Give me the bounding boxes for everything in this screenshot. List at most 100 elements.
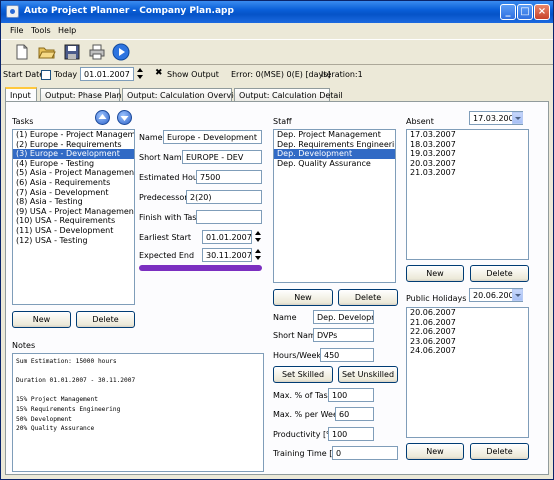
- list-item[interactable]: (8) Asia - Testing: [13, 197, 134, 207]
- list-item[interactable]: (12) USA - Testing: [13, 236, 134, 246]
- list-item[interactable]: 20.03.2007: [407, 159, 528, 169]
- notes-textarea[interactable]: Sum Estimation: 15000 hours Duration 01.0…: [12, 353, 264, 472]
- max-task-input[interactable]: 100: [328, 388, 374, 402]
- move-up-icon[interactable]: [95, 110, 110, 125]
- hours-week-label: Hours/Week: [273, 351, 322, 360]
- run-icon[interactable]: [112, 43, 130, 61]
- staff-short-name-input[interactable]: DVPs: [313, 328, 374, 342]
- notes-label: Notes: [12, 341, 36, 350]
- notes-line: 15% Project Management: [16, 396, 98, 404]
- save-disk-icon[interactable]: [63, 43, 81, 61]
- list-item[interactable]: 18.03.2007: [407, 140, 528, 150]
- task-progress-bar: [139, 265, 262, 271]
- start-date-input[interactable]: 01.01.2007: [80, 67, 134, 81]
- holidays-new-button[interactable]: New: [406, 443, 464, 460]
- training-time-label: Training Time [h]: [273, 449, 341, 458]
- show-output-label[interactable]: Show Output: [167, 70, 219, 79]
- absent-label: Absent: [406, 117, 434, 126]
- absent-list[interactable]: 17.03.2007 18.03.2007 19.03.2007 20.03.2007…: [406, 129, 529, 260]
- tasks-delete-button[interactable]: Delete: [76, 311, 135, 328]
- list-item[interactable]: Dep. Development: [274, 149, 395, 159]
- absent-new-button[interactable]: New: [406, 265, 464, 282]
- tab-input[interactable]: Input: [5, 87, 37, 102]
- productivity-input[interactable]: 100: [328, 427, 374, 441]
- list-item[interactable]: 23.06.2007: [407, 337, 528, 347]
- staff-list[interactable]: Dep. Project Management Dep. Requirements…: [273, 129, 396, 283]
- input-panel: Tasks (1) Europe - Project Management(2)…: [5, 101, 549, 475]
- menu-help[interactable]: Help: [58, 26, 76, 35]
- expected-end-label: Expected End: [139, 251, 195, 260]
- list-item[interactable]: 21.06.2007: [407, 318, 528, 328]
- list-item[interactable]: (11) USA - Development: [13, 226, 134, 236]
- list-item[interactable]: Dep. Requirements Engineering: [274, 140, 395, 150]
- minimize-button[interactable]: _: [500, 4, 516, 20]
- today-checkbox[interactable]: [41, 70, 51, 80]
- absent-delete-button[interactable]: Delete: [470, 265, 529, 282]
- move-down-icon[interactable]: [117, 110, 132, 125]
- staff-name-label: Name: [273, 313, 297, 322]
- notes-line: [16, 367, 260, 377]
- earliest-start-spinner[interactable]: [254, 230, 262, 244]
- list-item[interactable]: 24.06.2007: [407, 346, 528, 356]
- menu-file[interactable]: File: [10, 26, 23, 35]
- list-item[interactable]: (7) Asia - Development: [13, 188, 134, 198]
- expected-end-input[interactable]: 30.11.2007: [202, 248, 252, 262]
- predecessors-label: Predecessors: [139, 193, 192, 202]
- close-button[interactable]: ×: [534, 4, 550, 20]
- max-week-input[interactable]: 60: [335, 407, 374, 421]
- list-item[interactable]: Dep. Quality Assurance: [274, 159, 395, 169]
- holidays-list[interactable]: 20.06.2007 21.06.2007 22.06.2007 23.06.2007…: [406, 307, 529, 438]
- absent-date-dropdown[interactable]: [512, 112, 523, 124]
- tab-phase-plan[interactable]: Output: Phase Plan: [40, 88, 121, 101]
- list-item[interactable]: Dep. Project Management: [274, 130, 395, 140]
- holidays-delete-button[interactable]: Delete: [470, 443, 529, 460]
- notes-line: 20% Quality Assurance: [16, 425, 95, 433]
- estimated-hours-input[interactable]: 7500: [196, 170, 262, 184]
- set-unskilled-button[interactable]: Set Unskilled: [338, 366, 398, 383]
- status-row: Start Date Today 01.01.2007 ✖ Show Outpu…: [1, 66, 553, 83]
- menu-bar: File Tools Help: [1, 23, 553, 39]
- list-item[interactable]: 19.03.2007: [407, 149, 528, 159]
- start-date-spinner[interactable]: [136, 67, 144, 81]
- staff-new-button[interactable]: New: [273, 289, 333, 306]
- list-item[interactable]: 17.03.2007: [407, 130, 528, 140]
- staff-delete-button[interactable]: Delete: [338, 289, 398, 306]
- staff-name-input[interactable]: Dep. Development: [313, 310, 374, 324]
- print-icon[interactable]: [88, 43, 106, 61]
- menu-tools[interactable]: Tools: [31, 26, 51, 35]
- list-item[interactable]: (10) USA - Requirements: [13, 216, 134, 226]
- training-time-input[interactable]: 0: [332, 446, 398, 460]
- tab-calculation-overview[interactable]: Output: Calculation Overview: [122, 88, 245, 101]
- list-item[interactable]: 20.06.2007: [407, 308, 528, 318]
- hours-week-input[interactable]: 450: [320, 348, 374, 362]
- finish-with-task-label: Finish with Task: [139, 213, 202, 222]
- list-item[interactable]: (5) Asia - Project Management: [13, 168, 134, 178]
- new-document-icon[interactable]: [13, 43, 31, 61]
- earliest-start-input[interactable]: 01.01.2007: [202, 230, 252, 244]
- list-item[interactable]: (1) Europe - Project Management: [13, 130, 134, 140]
- list-item[interactable]: (3) Europe - Development: [13, 149, 134, 159]
- maximize-button[interactable]: □: [517, 4, 533, 20]
- tasks-list[interactable]: (1) Europe - Project Management(2) Europ…: [12, 129, 135, 305]
- list-item[interactable]: 22.06.2007: [407, 327, 528, 337]
- task-short-name-input[interactable]: EUROPE - DEV: [182, 150, 262, 164]
- list-item[interactable]: (9) USA - Project Management: [13, 207, 134, 217]
- check-icon: ✖: [155, 68, 163, 78]
- task-name-input[interactable]: Europe - Development: [163, 130, 262, 144]
- list-item[interactable]: (2) Europe - Requirements: [13, 140, 134, 150]
- finish-with-task-input[interactable]: [196, 210, 262, 224]
- holidays-date-dropdown[interactable]: [512, 289, 523, 301]
- list-item[interactable]: 21.03.2007: [407, 168, 528, 178]
- window-title: Auto Project Planner - Company Plan.app: [24, 6, 234, 16]
- open-folder-icon[interactable]: [38, 43, 56, 61]
- notes-line: Duration 01.01.2007 - 30.11.2007: [16, 377, 136, 385]
- set-skilled-button[interactable]: Set Skilled: [273, 366, 333, 383]
- predecessors-input[interactable]: 2(20): [186, 190, 262, 204]
- tasks-new-button[interactable]: New: [12, 311, 71, 328]
- notes-line: Sum Estimation: 15000 hours: [16, 358, 117, 365]
- list-item[interactable]: (6) Asia - Requirements: [13, 178, 134, 188]
- list-item[interactable]: (4) Europe - Testing: [13, 159, 134, 169]
- notes-line: [16, 386, 260, 396]
- expected-end-spinner[interactable]: [254, 248, 262, 262]
- tab-calculation-detail[interactable]: Output: Calculation Detail: [234, 88, 343, 101]
